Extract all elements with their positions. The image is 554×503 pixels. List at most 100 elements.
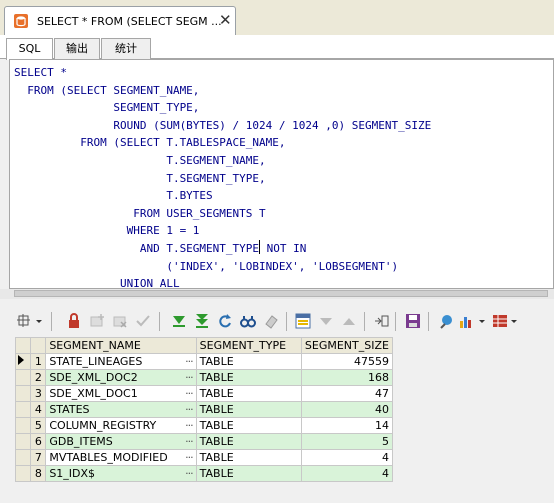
tab-output[interactable]: 输出 [54, 38, 100, 59]
sql-line: T.SEGMENT_NAME, [14, 153, 266, 167]
cell-segment-size[interactable]: 47 [300, 385, 394, 402]
cell-segment-size[interactable]: 40 [300, 401, 394, 418]
column-header[interactable]: SEGMENT_TYPE [195, 337, 302, 354]
cell-segment-name[interactable]: ··· STATE_LINEAGES [45, 353, 197, 370]
tab-statistics[interactable]: 统计 [101, 38, 151, 59]
cell-editor-ellipsis-button[interactable]: ··· [185, 355, 193, 368]
chart-icon[interactable] [457, 312, 475, 330]
cell-segment-name[interactable]: ··· MVTABLES_MODIFIED [45, 449, 197, 466]
column-header[interactable]: SEGMENT_NAME [45, 337, 197, 354]
row-indicator[interactable] [14, 433, 32, 450]
fetch-last-icon[interactable] [193, 312, 211, 330]
chevron-down-icon[interactable] [34, 312, 44, 330]
sql-line: ('INDEX', 'LOBINDEX', 'LOBSEGMENT') [14, 259, 399, 273]
cell-editor-ellipsis-button[interactable]: ··· [185, 419, 193, 432]
column-header[interactable]: SEGMENT_SIZE [300, 337, 394, 354]
cell-segment-name[interactable]: ··· SDE_XML_DOC1 [45, 385, 197, 402]
cell-segment-name[interactable]: ··· S1_IDX$ [45, 465, 197, 482]
scrollbar-thumb[interactable] [14, 290, 548, 297]
export-icon[interactable] [372, 312, 390, 330]
grid-options-icon[interactable] [15, 312, 33, 330]
result-toolbar [9, 309, 554, 335]
result-grid: SEGMENT_NAME SEGMENT_TYPE SEGMENT_SIZE 1… [14, 337, 394, 482]
cell-segment-size[interactable]: 5 [300, 433, 394, 450]
table-row[interactable]: 3 ··· SDE_XML_DOC1 TABLE 47 [14, 385, 394, 402]
table-row[interactable]: 7 ··· MVTABLES_MODIFIED TABLE 4 [14, 449, 394, 466]
cell-segment-size[interactable]: 4 [300, 449, 394, 466]
chevron-down-icon[interactable] [477, 312, 487, 330]
row-number: 8 [30, 465, 47, 482]
cell-text: STATE_LINEAGES [49, 355, 143, 368]
cell-segment-size[interactable]: 14 [300, 417, 394, 434]
find-icon[interactable] [239, 312, 257, 330]
sql-line: SEGMENT_TYPE, [14, 101, 200, 115]
sql-line: T.SEGMENT_TYPE, [14, 171, 266, 185]
cell-segment-type[interactable]: TABLE [195, 417, 302, 434]
cell-editor-ellipsis-button[interactable]: ··· [185, 435, 193, 448]
query-builder-icon[interactable] [294, 312, 312, 330]
lock-icon[interactable] [65, 312, 83, 330]
row-number: 5 [30, 417, 47, 434]
row-indicator[interactable] [14, 385, 32, 402]
cell-text: MVTABLES_MODIFIED [49, 451, 168, 464]
cell-segment-type[interactable]: TABLE [195, 433, 302, 450]
row-indicator[interactable] [14, 465, 32, 482]
cell-editor-ellipsis-button[interactable]: ··· [185, 387, 193, 400]
save-icon[interactable] [404, 312, 422, 330]
cell-editor-ellipsis-button[interactable]: ··· [185, 451, 193, 464]
cell-segment-type[interactable]: TABLE [195, 401, 302, 418]
indicator-header [30, 337, 47, 354]
row-number: 3 [30, 385, 47, 402]
table-row[interactable]: 2 ··· SDE_XML_DOC2 TABLE 168 [14, 369, 394, 386]
add-record-icon[interactable] [88, 312, 106, 330]
cell-segment-name[interactable]: ··· SDE_XML_DOC2 [45, 369, 197, 386]
cell-text: STATES [49, 403, 90, 416]
cell-editor-ellipsis-button[interactable]: ··· [185, 403, 193, 416]
refresh-icon[interactable] [216, 312, 234, 330]
post-icon[interactable] [134, 312, 152, 330]
table-row[interactable]: 4 ··· STATES TABLE 40 [14, 401, 394, 418]
chevron-down-icon[interactable] [509, 312, 519, 330]
cell-editor-ellipsis-button[interactable]: ··· [185, 467, 193, 480]
cell-segment-name[interactable]: ··· COLUMN_REGISTRY [45, 417, 197, 434]
table-view-icon[interactable] [491, 312, 509, 330]
document-tab-bar: SELECT * FROM (SELECT SEGM ... ✕ [0, 0, 554, 35]
row-indicator[interactable] [14, 353, 32, 370]
cell-segment-size[interactable]: 168 [300, 369, 394, 386]
editor-horizontal-scrollbar[interactable] [0, 289, 554, 299]
cell-segment-type[interactable]: TABLE [195, 369, 302, 386]
cell-editor-ellipsis-button[interactable]: ··· [185, 371, 193, 384]
cell-segment-type[interactable]: TABLE [195, 353, 302, 370]
table-row[interactable]: 8 ··· S1_IDX$ TABLE 4 [14, 465, 394, 482]
row-indicator[interactable] [14, 369, 32, 386]
cell-text: GDB_ITEMS [49, 435, 113, 448]
row-indicator[interactable] [14, 417, 32, 434]
filter-down-icon[interactable] [317, 312, 335, 330]
pin-icon[interactable] [437, 312, 455, 330]
sql-line-with-caret: AND T.SEGMENT_TYPE NOT IN [14, 239, 431, 258]
sql-window-tab[interactable]: SELECT * FROM (SELECT SEGM ... ✕ [4, 6, 236, 35]
delete-record-icon[interactable] [111, 312, 129, 330]
row-indicator[interactable] [14, 401, 32, 418]
clear-icon[interactable] [262, 312, 280, 330]
sql-line: WHERE 1 = 1 [14, 224, 200, 238]
cell-segment-type[interactable]: TABLE [195, 449, 302, 466]
cell-segment-name[interactable]: ··· GDB_ITEMS [45, 433, 197, 450]
cell-segment-name[interactable]: ··· STATES [45, 401, 197, 418]
sql-line: ROUND (SUM(BYTES) / 1024 / 1024 ,0) SEGM… [14, 118, 432, 132]
sql-line-head: AND T.SEGMENT_TYPE [14, 241, 260, 255]
sql-editor[interactable]: SELECT * FROM (SELECT SEGMENT_NAME, SEGM… [9, 59, 554, 289]
close-tab-icon[interactable]: ✕ [219, 11, 232, 29]
fetch-next-icon[interactable] [170, 312, 188, 330]
cell-segment-type[interactable]: TABLE [195, 385, 302, 402]
table-row[interactable]: 6 ··· GDB_ITEMS TABLE 5 [14, 433, 394, 450]
cell-segment-type[interactable]: TABLE [195, 465, 302, 482]
sql-window-icon [14, 14, 28, 28]
cell-segment-size[interactable]: 4 [300, 465, 394, 482]
row-indicator[interactable] [14, 449, 32, 466]
table-row[interactable]: 1 ··· STATE_LINEAGES TABLE 47559 [14, 353, 394, 370]
table-row[interactable]: 5 ··· COLUMN_REGISTRY TABLE 14 [14, 417, 394, 434]
cell-segment-size[interactable]: 47559 [300, 353, 394, 370]
filter-up-icon[interactable] [340, 312, 358, 330]
tab-sql[interactable]: SQL [6, 38, 53, 60]
